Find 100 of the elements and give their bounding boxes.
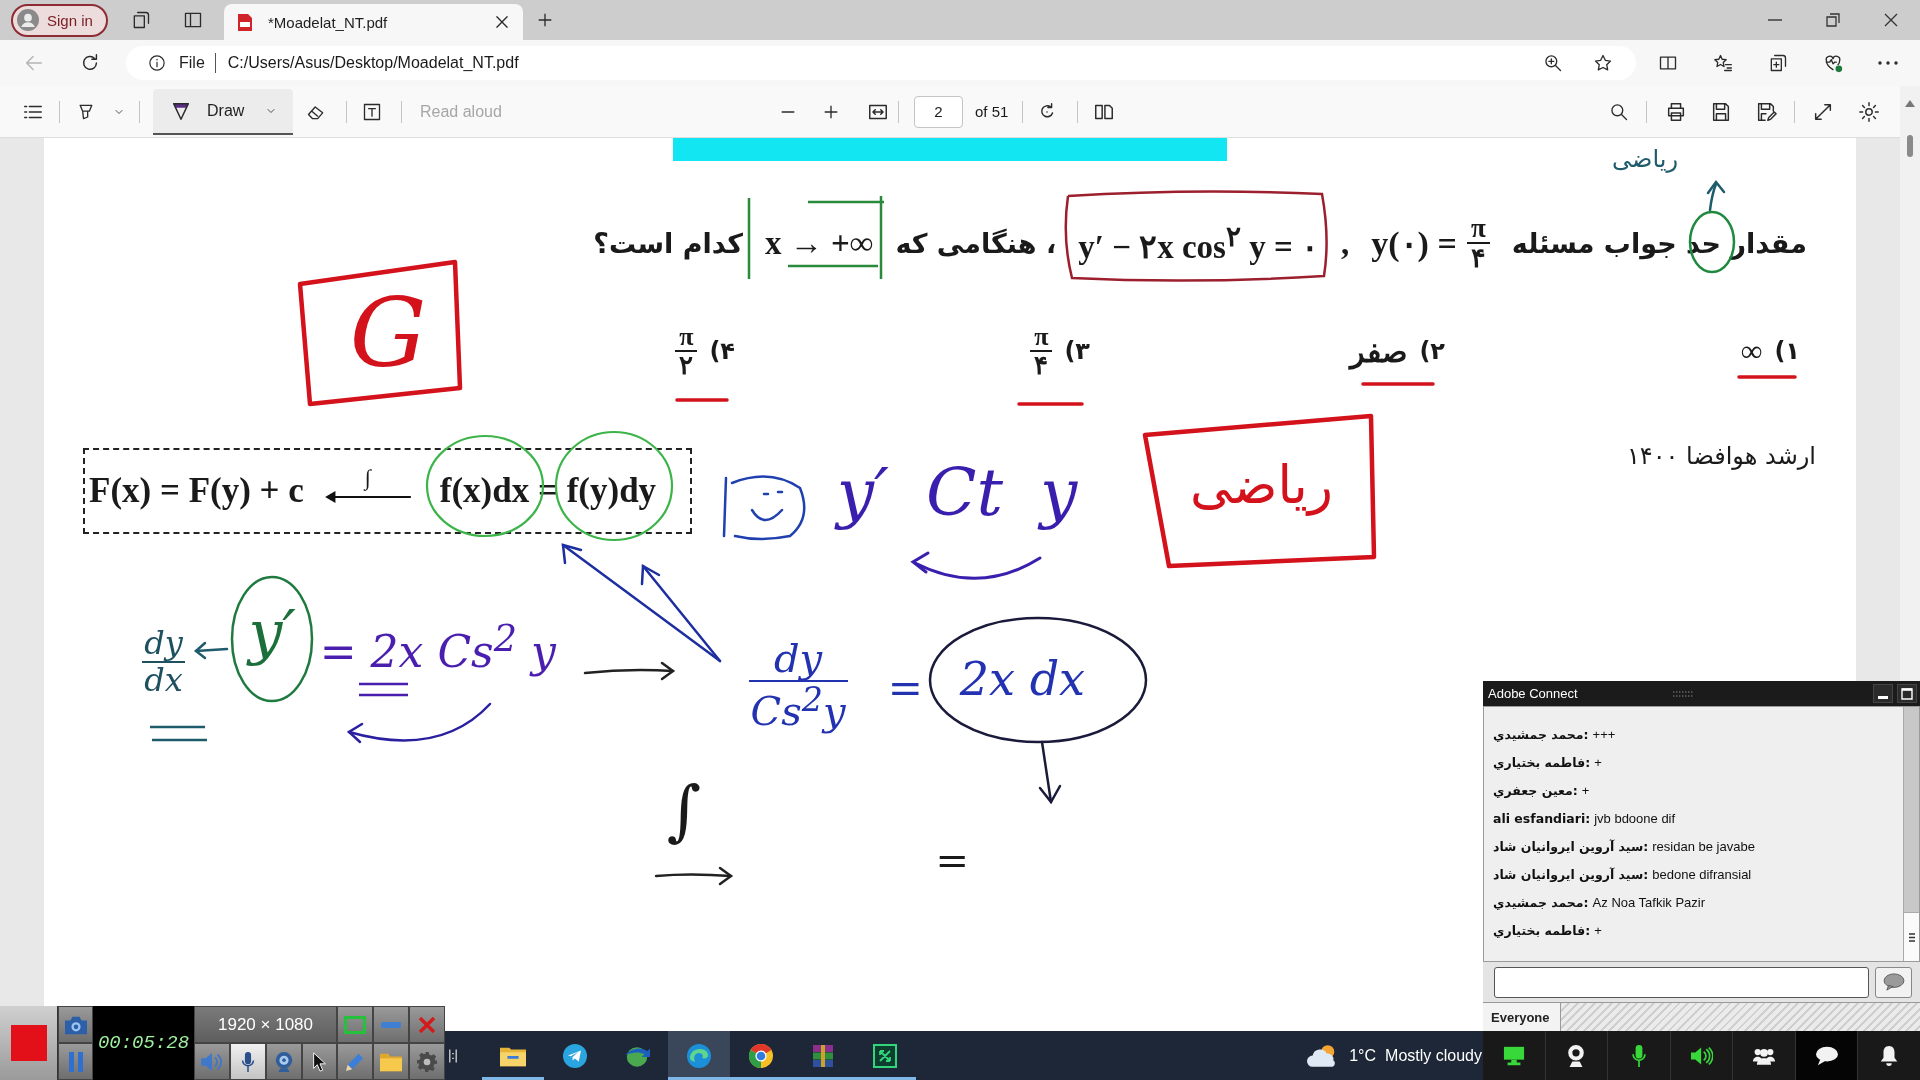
star-icon[interactable] <box>1593 53 1613 73</box>
restore-icon <box>1826 13 1840 27</box>
close-button[interactable] <box>409 1006 445 1043</box>
gear-icon <box>416 1051 439 1072</box>
speech-bubble-icon <box>1882 973 1905 991</box>
scrollbar-thumb[interactable] <box>1904 912 1919 961</box>
minimize-icon <box>381 1021 401 1028</box>
cursor-button[interactable] <box>301 1043 338 1080</box>
temperature-label[interactable]: 1°C <box>1349 1046 1377 1065</box>
chat-message: +++ <box>1592 726 1616 742</box>
ink-arrow <box>1706 179 1726 212</box>
zoom-in-icon[interactable] <box>1543 53 1563 73</box>
drag-handle-icon[interactable] <box>1671 689 1694 698</box>
minimize-icon <box>1878 696 1888 699</box>
scroll-up-icon[interactable] <box>1905 100 1915 107</box>
draw-button[interactable]: Draw <box>153 88 293 135</box>
maximize-button[interactable] <box>1897 684 1917 703</box>
swirl-icon <box>686 1043 712 1068</box>
chat-message: + <box>1594 754 1602 770</box>
text-box-icon[interactable] <box>362 101 382 122</box>
page-number-field[interactable]: 2 <box>914 95 963 128</box>
sign-in-button[interactable]: Sign in <box>11 3 108 37</box>
address-bar[interactable]: File C:/Users/Asus/Desktop/Moadelat_NT.pdf <box>126 46 1636 80</box>
save-as-icon[interactable] <box>1755 100 1777 123</box>
handwritten-note: = <box>934 836 971 885</box>
answer-option: ۲) صفر <box>1350 333 1445 369</box>
settings-icon[interactable] <box>1858 100 1880 123</box>
pencil-button[interactable] <box>337 1043 374 1080</box>
heart-pulse-icon[interactable] <box>1823 53 1843 73</box>
ink-underline <box>148 725 209 742</box>
chat-message: Az Noa Tafkik Pazir <box>1592 894 1706 910</box>
question-text: ، هنگامی که <box>895 227 1057 259</box>
chat-sender: فاطمه بختياري: <box>1493 922 1591 938</box>
close-icon <box>418 1015 436 1034</box>
site-info-label[interactable]: File <box>179 54 205 72</box>
audience-tab[interactable]: Everyone <box>1483 1003 1561 1031</box>
speech-bubble-icon <box>1815 1044 1838 1067</box>
close-icon[interactable] <box>496 16 508 28</box>
answer-option: ۱) ∞ <box>1741 334 1800 368</box>
speaker-icon <box>200 1051 223 1072</box>
chat-message: bedone difransial <box>1652 866 1752 882</box>
scrollbar[interactable] <box>1903 707 1919 961</box>
info-icon[interactable] <box>148 54 166 72</box>
browser-tab[interactable]: *Moadelat_NT.pdf <box>224 4 523 40</box>
chat-message: + <box>1594 922 1602 938</box>
chat-button[interactable] <box>1794 1031 1858 1080</box>
handwritten-fraction: dy Cs$^{2}$y <box>747 636 849 734</box>
ink-underline <box>357 682 410 697</box>
chat-input-field[interactable] <box>1494 966 1869 998</box>
avatar-icon <box>17 9 39 31</box>
region-button[interactable] <box>337 1006 373 1043</box>
maximize-icon <box>1901 687 1913 700</box>
microphone-button[interactable] <box>229 1043 266 1080</box>
camera-icon <box>64 1014 87 1035</box>
stop-icon <box>10 1025 47 1061</box>
handwritten-note: = 2x Cs$^{2}$ y <box>318 616 558 679</box>
settings-button[interactable] <box>409 1043 445 1080</box>
chat-sender: فاطمه بختياري: <box>1493 754 1591 770</box>
ink-underline <box>675 398 729 402</box>
folder-button[interactable] <box>373 1043 410 1080</box>
folder-icon <box>380 1051 403 1072</box>
chat-message: residan be javabe <box>1652 838 1755 854</box>
math-expression: , <box>1341 224 1350 262</box>
save-icon[interactable] <box>1710 100 1732 123</box>
vertical-tabs-icon[interactable] <box>183 10 203 30</box>
handwritten-fraction: dy dx <box>141 626 186 699</box>
ink-underline <box>1737 375 1797 379</box>
chat-message: + <box>1581 782 1590 798</box>
weather-label[interactable]: Mostly cloudy <box>1385 1046 1482 1065</box>
minimize-icon <box>1768 19 1782 21</box>
scrollbar-thumb[interactable] <box>1907 135 1913 157</box>
favorites-icon[interactable] <box>1713 53 1733 73</box>
close-icon <box>1884 13 1898 27</box>
pause-button[interactable] <box>58 1043 93 1080</box>
collections-icon[interactable] <box>1768 53 1788 73</box>
books-stack-icon <box>810 1043 836 1068</box>
chat-sender: ali esfandiari: <box>1493 810 1591 826</box>
grip-icon <box>1908 932 1915 942</box>
search-icon[interactable] <box>1609 101 1629 122</box>
speaker-icon <box>1690 1044 1713 1067</box>
frame-icon <box>344 1014 366 1035</box>
handwritten-note: y′ <box>246 596 297 669</box>
chat-message: jvb bdoone dif <box>1594 810 1676 826</box>
math-expression: F(x) = F(y) + c <box>89 471 304 511</box>
handwritten-note: G <box>348 276 428 391</box>
resolution-label: 1920 × 1080 <box>194 1006 337 1043</box>
minimize-button[interactable] <box>1873 684 1893 703</box>
webcam-button[interactable] <box>265 1043 302 1080</box>
handwritten-word: ریاضی <box>1612 144 1678 175</box>
send-button[interactable] <box>1875 966 1912 998</box>
stop-button[interactable] <box>0 1006 58 1080</box>
workspaces-icon[interactable] <box>131 10 151 30</box>
more-icon[interactable] <box>1878 61 1898 65</box>
math-expression: x → +∞ <box>765 224 874 262</box>
ink-underline <box>1017 402 1084 406</box>
print-icon[interactable] <box>1665 100 1687 123</box>
url-text[interactable]: C:/Users/Asus/Desktop/Moadelat_NT.pdf <box>227 54 519 72</box>
pdf-file-icon <box>238 13 252 31</box>
taskbar-button[interactable] <box>668 1031 730 1080</box>
chat-sender: معين جعفري: <box>1493 782 1578 798</box>
